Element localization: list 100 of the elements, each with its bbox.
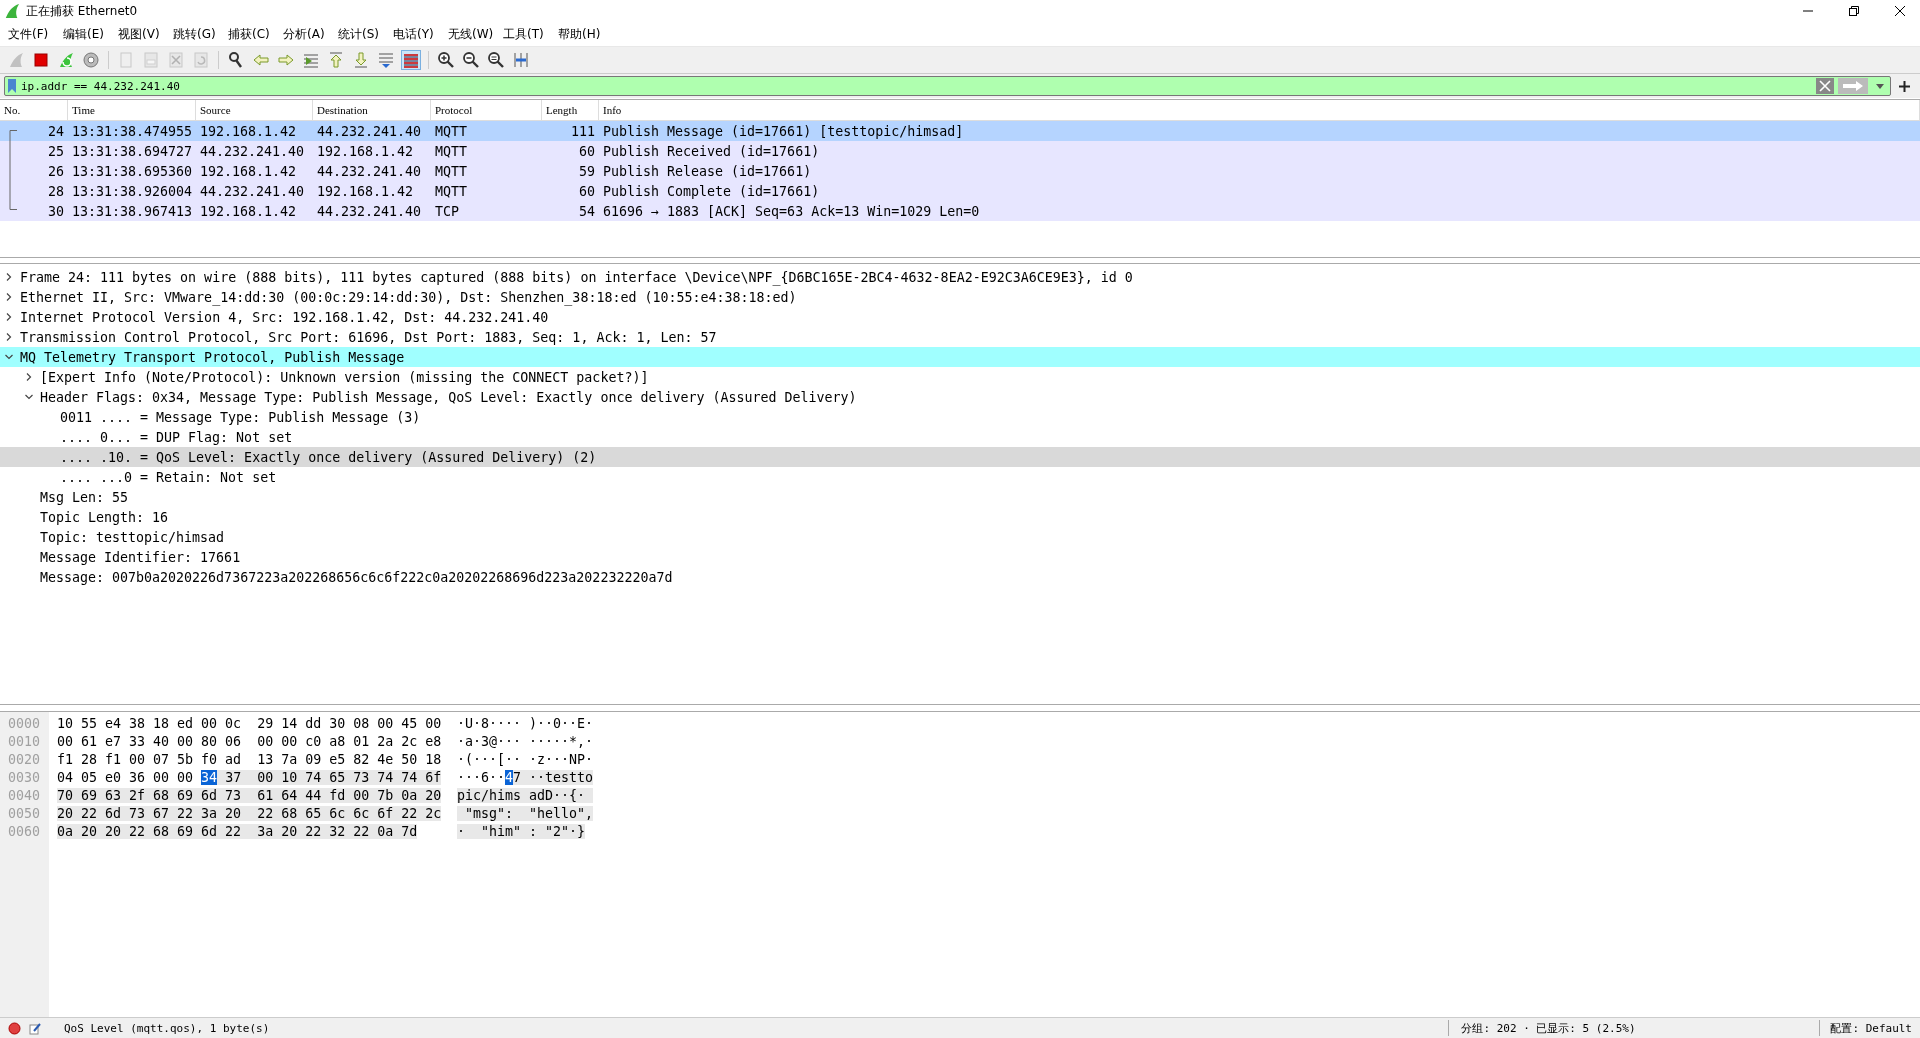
clear-icon[interactable] <box>1816 78 1834 94</box>
menu-item[interactable]: 视图(V) <box>118 25 173 43</box>
tree-item[interactable]: Topic: testtopic/himsad <box>0 527 1920 547</box>
tree-item[interactable]: .... ...0 = Retain: Not set <box>0 467 1920 487</box>
tree-item-text: 0011 .... = Message Type: Publish Message (3) <box>60 409 421 425</box>
menu-item[interactable]: 统计(S) <box>338 25 393 43</box>
tree-item[interactable]: Header Flags: 0x34, Message Type: Publish Message, QoS Level: Exactly once delivery (Assured Delivery) <box>0 387 1920 407</box>
table-cell-text: MQTT <box>434 183 469 199</box>
tree-item-text: .... 0... = DUP Flag: Not set <box>60 429 293 445</box>
bookmark-icon[interactable] <box>7 78 17 94</box>
column-header[interactable]: Length <box>542 100 599 120</box>
menu-item[interactable]: 工具(T) <box>503 25 558 43</box>
byte-offset: 0060 <box>7 823 42 839</box>
tree-item[interactable]: .... 0... = DUP Flag: Not set <box>0 427 1920 447</box>
ascii-text: ·U·8···· )··0··E· <box>457 715 594 731</box>
table-cell-text: MQTT <box>434 143 469 159</box>
plus-icon[interactable] <box>1899 80 1910 92</box>
tree-item-text: Internet Protocol Version 4, Src: 192.168.1.42, Dst: 44.232.241.40 <box>20 309 549 325</box>
menu-item[interactable]: 跳转(G) <box>173 25 228 43</box>
ascii-text: 7 ··testto <box>513 769 594 785</box>
tree-item[interactable]: Internet Protocol Version 4, Src: 192.168.1.42, Dst: 44.232.241.40 <box>0 307 1920 327</box>
close-icon[interactable] <box>1894 5 1906 17</box>
table-cell-text: 13:31:38.967413 <box>71 203 194 219</box>
packet-row[interactable]: 28 13:31:38.926004 44.232.241.40 192.168.1.42 MQTT 60 Publish Complete (id=17661) <box>0 181 1920 201</box>
byte-offset: 0050 <box>7 805 42 821</box>
menu-item[interactable]: 无线(W) <box>448 25 503 43</box>
tree-item[interactable]: .... .10. = QoS Level: Exactly once delivery (Assured Delivery) (2) <box>0 447 1920 467</box>
selected-byte: 34 <box>201 769 218 785</box>
gear-icon[interactable] <box>81 50 101 70</box>
field-info: QoS Level (mqtt.qos), 1 byte(s) <box>64 1021 271 1035</box>
ascii-text: "msg": "hello", <box>457 805 594 821</box>
table-cell-text: Publish Received (id=17661) <box>602 143 821 159</box>
stop-icon[interactable] <box>31 50 51 70</box>
table-cell-text: 13:31:38.694727 <box>71 143 194 159</box>
column-header[interactable]: No. <box>0 100 68 120</box>
tree-item-text: Topic Length: 16 <box>40 509 169 525</box>
autoscroll-icon[interactable] <box>376 50 396 70</box>
tree-item-text: Header Flags: 0x34, Message Type: Publish Message, QoS Level: Exactly once delivery (Assured Delivery) <box>40 389 857 405</box>
table-cell-text: 25 <box>47 143 65 159</box>
zoom-out-icon[interactable] <box>461 50 481 70</box>
tree-item-text: Ethernet II, Src: VMware_14:dd:30 (00:0c:29:14:dd:30), Dst: Shenzhen_38:18:ed (10:55:e4:38:18:ed) <box>20 289 797 305</box>
column-header[interactable]: Info <box>599 100 1920 120</box>
tree-item[interactable]: Msg Len: 55 <box>0 487 1920 507</box>
menu-item[interactable]: 文件(F) <box>8 25 63 43</box>
column-header[interactable]: Destination <box>313 100 431 120</box>
tree-item[interactable]: Message Identifier: 17661 <box>0 547 1920 567</box>
menu-item[interactable]: 帮助(H) <box>558 25 613 43</box>
packet-row[interactable]: 26 13:31:38.695360 192.168.1.42 44.232.241.40 MQTT 59 Publish Release (id=17661) <box>0 161 1920 181</box>
chevron-icon[interactable] <box>4 312 14 322</box>
resize-columns-icon[interactable] <box>511 50 531 70</box>
hex-bytes: 37 00 10 74 65 73 74 74 6f <box>217 769 442 785</box>
tree-item[interactable]: Frame 24: 111 bytes on wire (888 bits), 111 bytes captured (888 bits) on interface \Device\NPF_{D6BC165E-2BC4-4632-8EA2-E92C3A6CE9E3}, id 0 <box>0 267 1920 287</box>
window-title: 正在捕获 Ethernet0 <box>26 2 138 20</box>
table-cell-text: 44.232.241.40 <box>316 203 423 219</box>
display-filter-field[interactable]: ip.addr == 44.232.241.40 <box>4 76 1891 96</box>
tree-item-text: Message: 007b0a2020226d7367223a202268656c6c6f222c0a20202268696d223a202232220a7d <box>40 569 673 585</box>
ascii-text: ···6·· <box>457 769 506 785</box>
tree-item[interactable]: [Expert Info (Note/Protocol): Unknown version (missing the CONNECT packet?)] <box>0 367 1920 387</box>
chevron-icon[interactable] <box>24 392 34 402</box>
byte-offset: 0020 <box>7 751 42 767</box>
colorize-icon[interactable] <box>401 50 421 70</box>
menu-item[interactable]: 分析(A) <box>283 25 338 43</box>
chevron-icon[interactable] <box>4 332 14 342</box>
table-cell-text: 192.168.1.42 <box>316 183 415 199</box>
menu-item[interactable]: 电话(Y) <box>393 25 448 43</box>
restore-icon[interactable] <box>1848 5 1860 17</box>
column-header[interactable]: Time <box>68 100 196 120</box>
packet-row[interactable]: 30 13:31:38.967413 192.168.1.42 44.232.241.40 TCP 54 61696 → 1883 [ACK] Seq=63 Ack=13 Win=1029 Len=0 <box>0 201 1920 221</box>
chevron-icon[interactable] <box>24 372 34 382</box>
table-cell-text: 60 <box>578 143 596 159</box>
dropdown-caret-icon[interactable] <box>1876 83 1884 89</box>
byte-offset: 0040 <box>7 787 42 803</box>
tree-item[interactable]: MQ Telemetry Transport Protocol, Publish Message <box>0 347 1920 367</box>
zoom-in-icon[interactable] <box>436 50 456 70</box>
table-cell-text: 60 <box>578 183 596 199</box>
tree-item[interactable]: Ethernet II, Src: VMware_14:dd:30 (00:0c:29:14:dd:30), Dst: Shenzhen_38:18:ed (10:55:e4:38:18:ed) <box>0 287 1920 307</box>
packet-row[interactable]: 24 13:31:38.474955 192.168.1.42 44.232.241.40 MQTT 111 Publish Message (id=17661) [testtopic/himsad] <box>0 121 1920 141</box>
tree-item[interactable]: Message: 007b0a2020226d7367223a202268656c6c6f222c0a20202268696d223a202232220a7d <box>0 567 1920 587</box>
tree-item-text: Msg Len: 55 <box>40 489 129 505</box>
tree-item[interactable]: Transmission Control Protocol, Src Port: 61696, Dst Port: 1883, Seq: 1, Ack: 1, Len: 57 <box>0 327 1920 347</box>
table-cell-text: 44.232.241.40 <box>199 143 306 159</box>
ascii-text: · "him" : "2"·} <box>457 823 586 839</box>
tree-item-text: [Expert Info (Note/Protocol): Unknown version (missing the CONNECT packet?)] <box>40 369 649 385</box>
table-cell-text: 13:31:38.474955 <box>71 123 194 139</box>
chevron-icon[interactable] <box>4 292 14 302</box>
tree-item[interactable]: 0011 .... = Message Type: Publish Message (3) <box>0 407 1920 427</box>
profile-label[interactable]: 配置: Default <box>1828 1020 1920 1036</box>
chevron-icon[interactable] <box>4 272 14 282</box>
column-header[interactable]: Source <box>196 100 313 120</box>
menu-item[interactable]: 编辑(E) <box>63 25 118 43</box>
table-cell-text: 54 <box>578 203 596 219</box>
capture-status-icon[interactable] <box>8 1021 21 1035</box>
zoom-reset-icon[interactable] <box>486 50 506 70</box>
tree-item-text: MQ Telemetry Transport Protocol, Publish Message <box>20 349 405 365</box>
menu-item[interactable]: 捕获(C) <box>228 25 283 43</box>
packet-row[interactable]: 25 13:31:38.694727 44.232.241.40 192.168.1.42 MQTT 60 Publish Received (id=17661) <box>0 141 1920 161</box>
column-header[interactable]: Protocol <box>431 100 542 120</box>
chevron-icon[interactable] <box>4 352 14 362</box>
pencil-icon[interactable] <box>29 1021 42 1035</box>
tree-item[interactable]: Topic Length: 16 <box>0 507 1920 527</box>
